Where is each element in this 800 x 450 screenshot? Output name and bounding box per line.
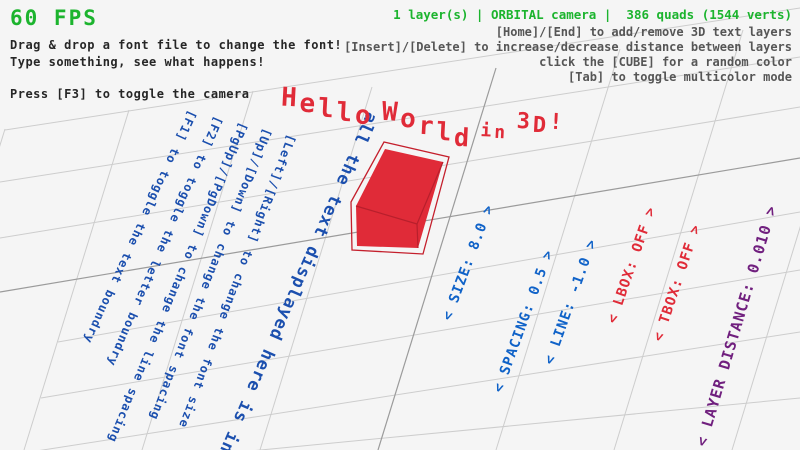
tip-drag-drop: Drag & drop a font file to change the fo…: [10, 38, 342, 52]
help-layers: [Home]/[End] to add/remove 3D text layer…: [496, 25, 792, 39]
status-bar: 1 layer(s) | ORBITAL camera | 386 quads …: [393, 7, 792, 22]
fps-counter: 60 FPS: [10, 6, 98, 30]
help-layer-distance: [Insert]/[Delete] to increase/decrease d…: [344, 40, 792, 54]
tip-camera-key: Press [F3] to toggle the camera: [10, 87, 249, 101]
help-cube-color: click the [CUBE] for a random color: [539, 55, 792, 69]
help-multicolor: [Tab] to toggle multicolor mode: [568, 70, 792, 84]
raylib-text3d-window: [F1] to toggle the text boundry [F2] to …: [0, 0, 800, 450]
tip-type: Type something, see what happens!: [10, 55, 265, 69]
